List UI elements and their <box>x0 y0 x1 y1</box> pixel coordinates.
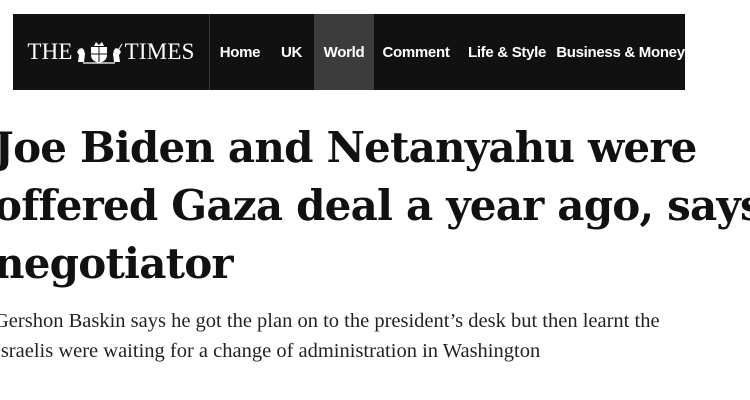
nav-home[interactable]: Home <box>211 14 269 90</box>
standfirst-line: Israelis were waiting for a change of ad… <box>0 340 541 362</box>
headline-line: negotiator <box>0 239 234 288</box>
logo-text-left: THE <box>27 39 73 64</box>
article-standfirst: Gershon Baskin says he got the plan on t… <box>0 306 750 366</box>
top-navigation-bar: THE TIMES Home UK World Comment Life & S… <box>13 14 685 90</box>
headline-line: Joe Biden and Netanyahu were <box>0 123 697 172</box>
nav-uk[interactable]: UK <box>269 14 314 90</box>
royal-crest-icon <box>76 42 123 64</box>
headline-line: offered Gaza deal a year ago, says <box>0 181 750 230</box>
standfirst-line: Gershon Baskin says he got the plan on t… <box>0 310 660 332</box>
article-headline: Joe Biden and Netanyahu were offered Gaz… <box>0 119 750 293</box>
the-times-logo[interactable]: THE TIMES <box>13 14 210 90</box>
nav-world[interactable]: World <box>314 14 374 90</box>
nav-business-money[interactable]: Business & Money <box>556 14 685 90</box>
nav-comment[interactable]: Comment <box>374 14 458 90</box>
nav-life-style[interactable]: Life & Style <box>458 14 556 90</box>
logo-text-right: TIMES <box>124 39 195 64</box>
